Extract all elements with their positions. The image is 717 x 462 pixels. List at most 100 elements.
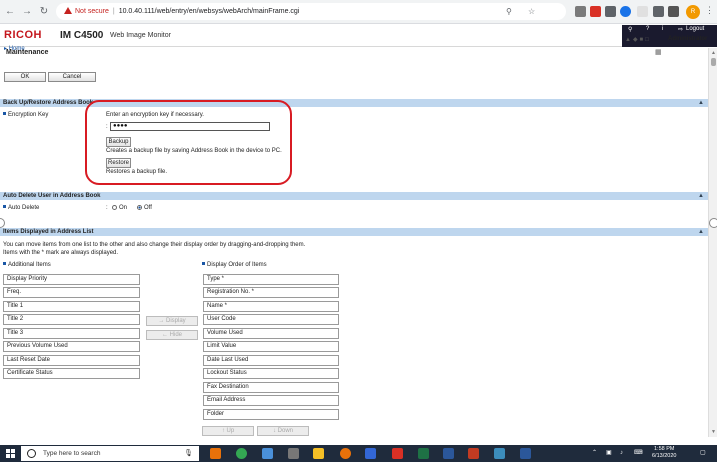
windows-start-icon[interactable] [6, 449, 15, 458]
page-tools-icon[interactable]: ▦ [655, 48, 662, 56]
auto-delete-colon: : [106, 205, 108, 211]
logout-link[interactable]: Logout [686, 26, 704, 32]
list-item[interactable]: Certificate Status [3, 368, 140, 379]
list-item[interactable]: Folder [203, 409, 339, 420]
resize-handle[interactable] [0, 218, 5, 228]
app-icon[interactable] [365, 448, 376, 459]
radio-icon[interactable] [112, 205, 117, 210]
scroll-thumb[interactable] [711, 58, 716, 66]
extension-icon[interactable] [590, 6, 601, 17]
section-auto-delete-header[interactable]: Auto Delete User in Address Book ▲ [0, 192, 708, 200]
up-button[interactable]: ↑ Up [202, 426, 254, 436]
help-icon[interactable]: ? [646, 26, 649, 32]
auto-delete-on-radio[interactable]: On [112, 205, 127, 211]
collapse-icon[interactable]: ▲ [698, 192, 704, 200]
list-item[interactable]: Previous Volume Used [3, 341, 140, 352]
keyboard-icon[interactable]: ⌨ [634, 445, 643, 462]
info-icon[interactable]: i [662, 26, 663, 32]
file-explorer-icon[interactable] [313, 448, 324, 459]
scroll-up-icon[interactable]: ▲ [711, 50, 716, 56]
network-icon[interactable]: ▣ [606, 445, 612, 462]
list-item[interactable]: Title 2 [3, 314, 140, 325]
word-icon[interactable] [520, 448, 531, 459]
down-button[interactable]: ↓ Down [257, 426, 309, 436]
zoom-icon[interactable]: ⚲ [506, 3, 512, 20]
list-item[interactable]: Type * [203, 274, 339, 285]
list-item[interactable]: Limit Value [203, 341, 339, 352]
logout-icon[interactable]: ⇨ [678, 26, 683, 33]
extension-icon[interactable] [653, 6, 664, 17]
extension-icon[interactable] [668, 6, 679, 17]
start-tile [6, 449, 10, 453]
list-item[interactable]: Freq. [3, 287, 140, 298]
radio-off-label: Off [144, 205, 152, 211]
extension-icon[interactable] [575, 6, 586, 17]
chrome-icon[interactable] [236, 448, 247, 459]
notifications-icon[interactable]: ▢ [700, 445, 706, 462]
taskbar-clock[interactable]: 1:58 PM 6/13/2020 [652, 446, 676, 460]
section-auto-delete-title: Auto Delete User in Address Book [3, 193, 101, 199]
profile-avatar[interactable]: R [686, 5, 700, 19]
reload-icon[interactable]: ↻ [37, 5, 51, 19]
outlook-icon[interactable] [210, 448, 221, 459]
app-icon[interactable] [340, 448, 351, 459]
user-tool-icons[interactable]: ▲◆■□ [625, 36, 651, 43]
microphone-icon[interactable]: 🎙 [184, 446, 193, 461]
hide-button-label: Hide [169, 332, 182, 338]
browser-toolbar: ← → ↻ Not secure | 10.0.40.111/web/entry/e… [0, 0, 717, 24]
extension-icon[interactable] [620, 6, 631, 17]
taskbar-search[interactable]: Type here to search 🎙 [21, 446, 199, 461]
list-item[interactable]: User Code [203, 314, 339, 325]
list-item[interactable]: Lockout Status [203, 368, 339, 379]
list-item[interactable]: Title 1 [3, 301, 140, 312]
list-item[interactable]: Name * [203, 301, 339, 312]
back-icon[interactable]: ← [3, 5, 17, 19]
additional-items-heading: Additional Items [3, 262, 51, 268]
encryption-key-label: Encryption Key [3, 112, 48, 118]
collapse-icon[interactable]: ▲ [698, 228, 704, 236]
list-item[interactable]: Fax Destination [203, 382, 339, 393]
section-items-header[interactable]: Items Displayed in Address List ▲ [0, 228, 708, 236]
start-tile [6, 454, 10, 458]
forward-icon[interactable]: → [20, 5, 34, 19]
browser-menu-icon[interactable]: ⋮ [705, 5, 714, 16]
section-items-title: Items Displayed in Address List [3, 229, 94, 235]
cancel-button[interactable]: Cancel [48, 72, 96, 82]
app-icon[interactable] [468, 448, 479, 459]
auto-delete-label: Auto Delete [3, 205, 39, 211]
app-header: RICOH IM C4500 Web Image Monitor ⚲ ? i ⇨… [0, 25, 717, 47]
product-name: Web Image Monitor [110, 32, 171, 39]
display-button[interactable]: → Display [146, 316, 198, 326]
collapse-icon[interactable]: ▲ [698, 99, 704, 107]
auto-delete-label-text: Auto Delete [8, 205, 40, 211]
taskbar-search-placeholder: Type here to search [43, 450, 101, 457]
resize-handle[interactable] [709, 218, 717, 228]
app-icon[interactable] [443, 448, 454, 459]
list-item[interactable]: Registration No. * [203, 287, 339, 298]
auto-delete-off-radio[interactable]: Off [137, 205, 152, 211]
address-bar[interactable]: Not secure | 10.0.40.111/web/entry/en/webs… [56, 3, 566, 20]
up-button-label: Up [226, 428, 235, 434]
app-icon[interactable] [392, 448, 403, 459]
page-scrollbar[interactable]: ▲ ▼ [708, 48, 717, 437]
list-item[interactable]: Date Last Used [203, 355, 339, 366]
extension-icon[interactable] [605, 6, 616, 17]
excel-icon[interactable] [418, 448, 429, 459]
search-icon[interactable]: ⚲ [628, 26, 632, 33]
app-icon[interactable] [494, 448, 505, 459]
scroll-down-icon[interactable]: ▼ [711, 429, 716, 435]
app-icon[interactable] [288, 448, 299, 459]
extension-icon[interactable] [637, 6, 648, 17]
tray-chevron-icon[interactable]: ⌃ [592, 445, 597, 462]
list-item[interactable]: Email Address [203, 395, 339, 406]
ok-button[interactable]: OK [4, 72, 46, 82]
volume-icon[interactable]: ♪ [620, 445, 623, 462]
hide-button[interactable]: ← Hide [146, 330, 198, 340]
star-icon[interactable]: ☆ [528, 3, 535, 20]
list-item[interactable]: Last Reset Date [3, 355, 140, 366]
radio-selected-icon[interactable] [137, 205, 142, 210]
app-icon[interactable] [262, 448, 273, 459]
list-item[interactable]: Volume Used [203, 328, 339, 339]
list-item[interactable]: Title 3 [3, 328, 140, 339]
list-item[interactable]: Display Priority [3, 274, 140, 285]
